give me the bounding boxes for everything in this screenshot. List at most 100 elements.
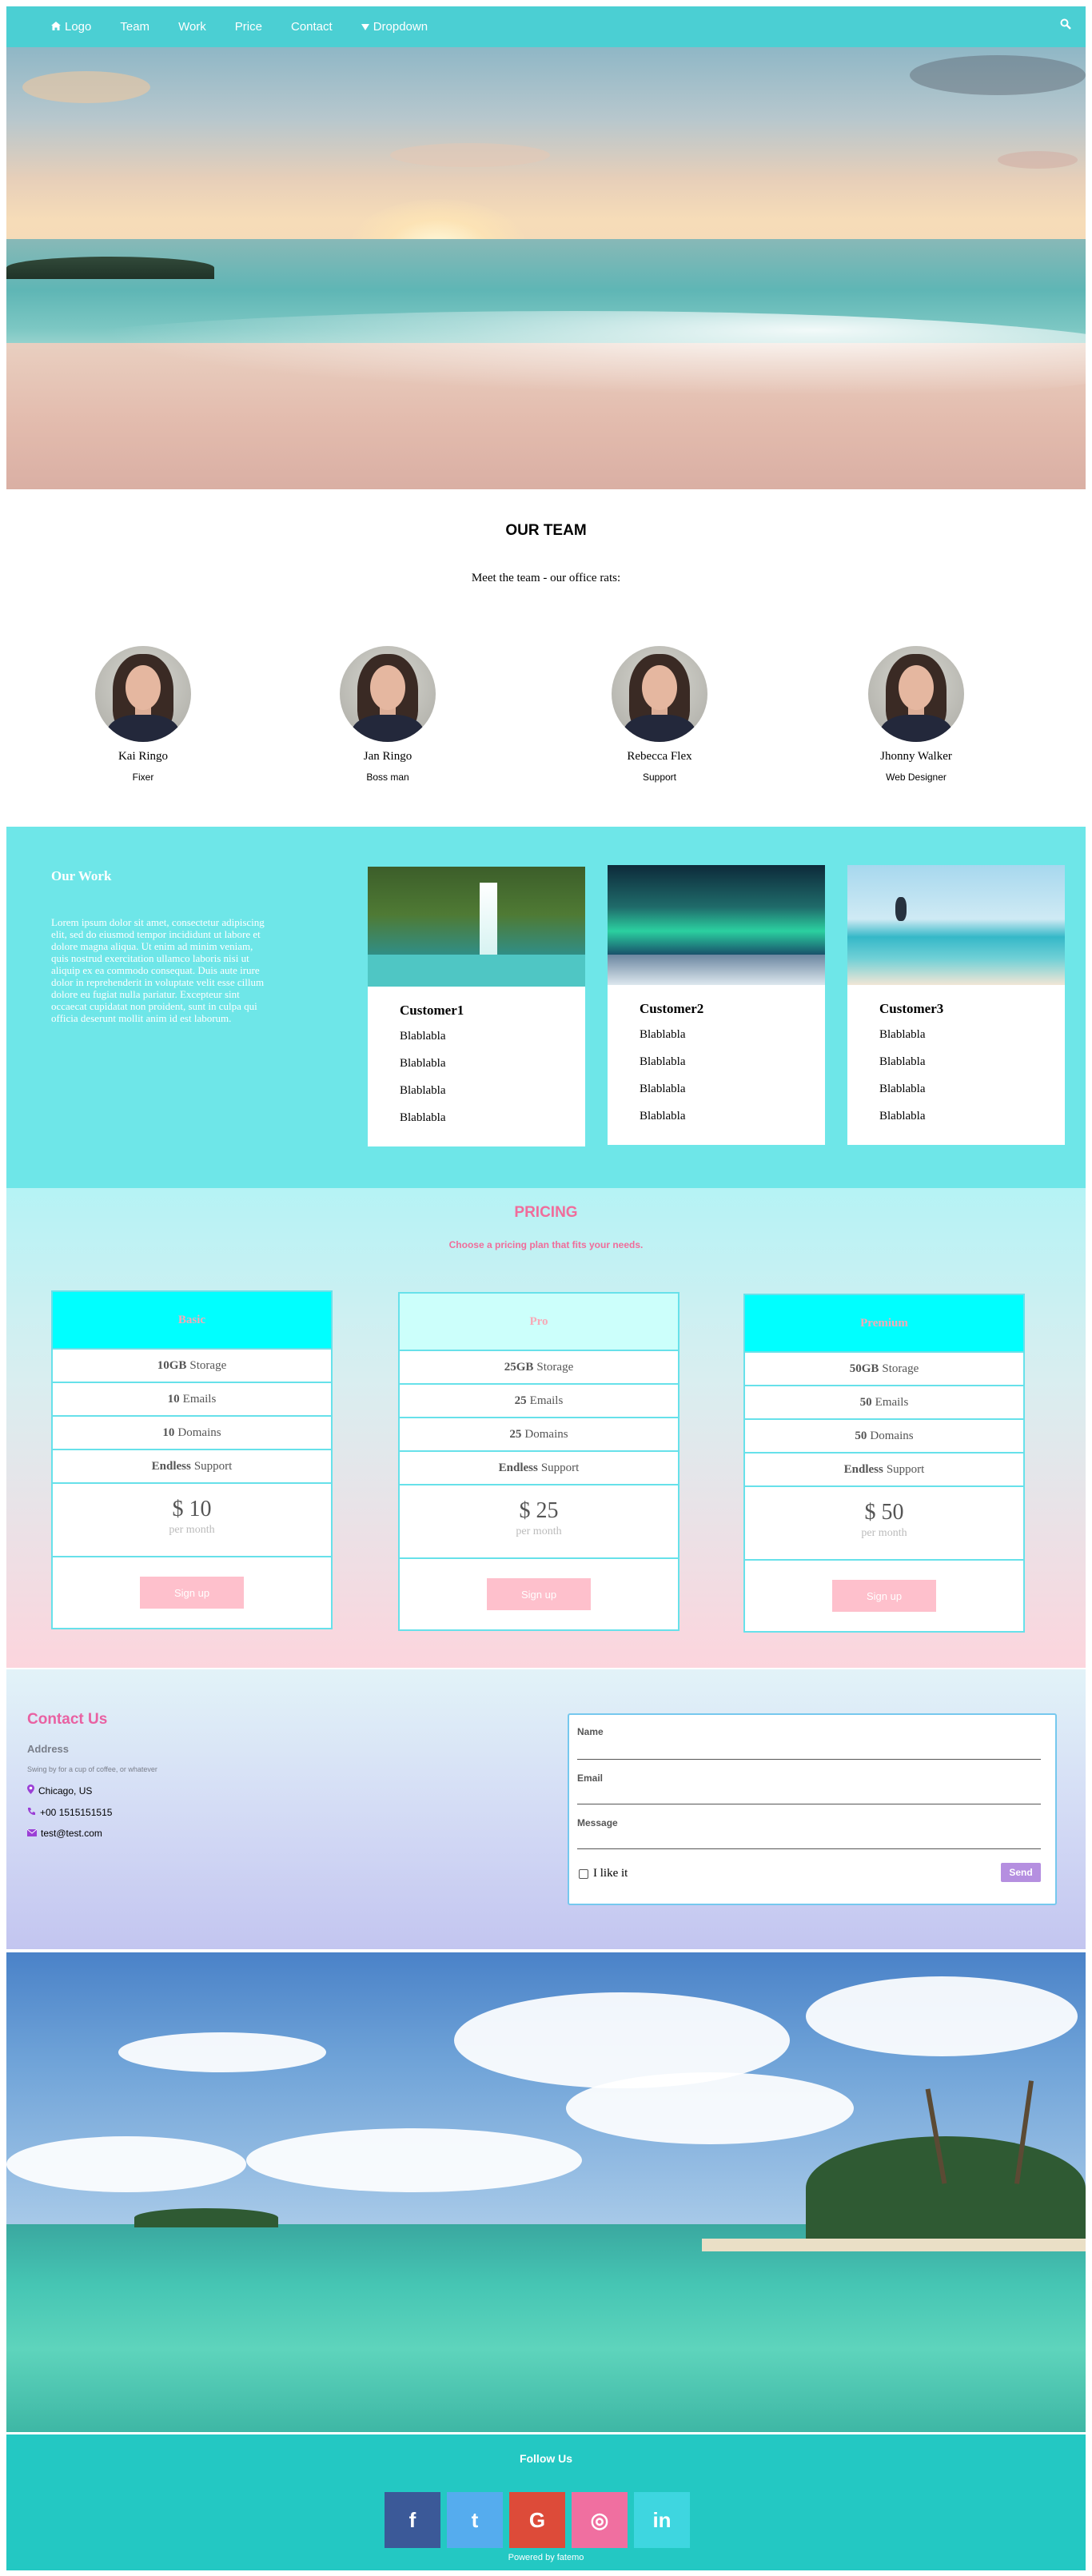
address-note: Swing by for a cup of coffee, or whateve… bbox=[27, 1765, 157, 1773]
facebook-icon[interactable]: f bbox=[385, 2492, 440, 2548]
member-name: Jhonny Walker bbox=[880, 750, 952, 763]
card-line: Blablabla bbox=[640, 1083, 686, 1095]
nav-dropdown-label: Dropdown bbox=[373, 20, 428, 34]
customer-card[interactable]: Customer2 Blablabla Blablabla Blablabla … bbox=[608, 865, 825, 1145]
card-line: Blablabla bbox=[400, 1030, 446, 1043]
checkbox-label: I like it bbox=[593, 1867, 628, 1880]
pricing-section: PRICING Choose a pricing plan that fits … bbox=[6, 1188, 1086, 1668]
plan-storage: 50GB Storage bbox=[745, 1351, 1023, 1385]
work-title: Our Work bbox=[51, 868, 112, 883]
card-line: Blablabla bbox=[400, 1057, 446, 1070]
plan-domains: 50 Domains bbox=[745, 1418, 1023, 1452]
linkedin-icon[interactable]: in bbox=[634, 2492, 690, 2548]
nav-work-link[interactable]: Work bbox=[178, 20, 206, 34]
signup-button[interactable]: Sign up bbox=[140, 1577, 244, 1609]
google-icon[interactable]: G bbox=[509, 2492, 565, 2548]
pricing-title: PRICING bbox=[514, 1204, 578, 1221]
map-marker-icon bbox=[27, 1784, 34, 1796]
waterfall-image bbox=[368, 867, 585, 987]
beach-swing-image bbox=[847, 865, 1065, 985]
card-line: Blablabla bbox=[879, 1028, 926, 1041]
name-field[interactable] bbox=[577, 1741, 1041, 1760]
plan-name: Basic bbox=[53, 1292, 331, 1348]
nav-contact-link[interactable]: Contact bbox=[291, 20, 333, 34]
member-role: Boss man bbox=[366, 772, 409, 783]
customer-card[interactable]: Customer1 Blablabla Blablabla Blablabla … bbox=[368, 867, 585, 1146]
team-member: Rebecca Flex Support bbox=[588, 646, 731, 783]
email-label: Email bbox=[577, 1772, 604, 1784]
top-navbar: Logo Team Work Price Contact Dropdown bbox=[6, 6, 1086, 47]
contact-phone: +00 1515151515 bbox=[27, 1807, 112, 1818]
instagram-icon[interactable]: ◎ bbox=[572, 2492, 628, 2548]
contact-city: Chicago, US bbox=[27, 1784, 92, 1796]
member-role: Fixer bbox=[132, 772, 154, 783]
customer-card[interactable]: Customer3 Blablabla Blablabla Blablabla … bbox=[847, 865, 1065, 1145]
member-name: Kai Ringo bbox=[118, 750, 169, 763]
nav-price-link[interactable]: Price bbox=[235, 20, 262, 34]
message-label: Message bbox=[577, 1817, 618, 1828]
team-subtitle: Meet the team - our office rats: bbox=[471, 572, 621, 584]
card-line: Blablabla bbox=[879, 1110, 926, 1123]
signup-button[interactable]: Sign up bbox=[832, 1580, 936, 1612]
aurora-image bbox=[608, 865, 825, 985]
plan-name: Pro bbox=[400, 1294, 678, 1350]
plan-support: Endless Support bbox=[745, 1452, 1023, 1485]
card-line: Blablabla bbox=[879, 1055, 926, 1068]
follow-title: Follow Us bbox=[519, 2452, 573, 2465]
search-icon[interactable] bbox=[1060, 18, 1071, 34]
social-links: f t G ◎ in bbox=[385, 2492, 690, 2548]
footer: Follow Us f t G ◎ in Powered by fatemo bbox=[6, 2434, 1086, 2570]
team-member: Jan Ringo Boss man bbox=[316, 646, 460, 783]
checkbox[interactable] bbox=[579, 1868, 588, 1879]
avatar bbox=[868, 646, 964, 742]
member-role: Web Designer bbox=[886, 772, 947, 783]
powered-by: Powered by fatemo bbox=[508, 2553, 584, 2562]
signup-button[interactable]: Sign up bbox=[487, 1578, 591, 1610]
envelope-icon bbox=[26, 1828, 38, 1839]
plan-support: Endless Support bbox=[400, 1450, 678, 1484]
nav-dropdown-toggle[interactable]: Dropdown bbox=[361, 20, 428, 34]
pricing-subtitle: Choose a pricing plan that fits your nee… bbox=[448, 1239, 644, 1250]
avatar bbox=[612, 646, 707, 742]
avatar bbox=[340, 646, 436, 742]
caret-down-icon bbox=[361, 20, 369, 34]
avatar bbox=[95, 646, 191, 742]
contact-section: Contact Us Address Swing by for a cup of… bbox=[6, 1669, 1086, 1949]
message-field[interactable] bbox=[577, 1830, 1041, 1849]
contact-title: Contact Us bbox=[27, 1711, 108, 1728]
card-line: Blablabla bbox=[879, 1083, 926, 1095]
plan-emails: 10 Emails bbox=[53, 1382, 331, 1415]
team-title: OUR TEAM bbox=[505, 522, 587, 539]
lagoon-image bbox=[6, 1952, 1086, 2432]
nav-team-link[interactable]: Team bbox=[120, 20, 149, 34]
member-role: Support bbox=[642, 772, 677, 783]
card-line: Blablabla bbox=[640, 1055, 686, 1068]
send-button[interactable]: Send bbox=[1001, 1863, 1041, 1882]
team-member: Kai Ringo Fixer bbox=[71, 646, 215, 783]
card-line: Blablabla bbox=[400, 1111, 446, 1124]
plan-card-premium: Premium 50GB Storage 50 Emails 50 Domains E… bbox=[743, 1294, 1025, 1633]
plan-emails: 50 Emails bbox=[745, 1385, 1023, 1418]
card-title: Customer1 bbox=[400, 1003, 464, 1018]
plan-price: $ 10 per month bbox=[53, 1482, 331, 1556]
plan-price: $ 25 per month bbox=[400, 1484, 678, 1557]
contact-email: test@test.com bbox=[26, 1828, 102, 1839]
plan-name: Premium bbox=[745, 1295, 1023, 1351]
hero-beach-image bbox=[6, 47, 1086, 489]
email-field[interactable] bbox=[577, 1785, 1041, 1804]
work-section: Our Work Lorem ipsum dolor sit amet, con… bbox=[6, 827, 1086, 1188]
name-label: Name bbox=[577, 1726, 604, 1737]
plan-card-basic: Basic 10GB Storage 10 Emails 10 Domains End… bbox=[51, 1290, 333, 1629]
card-line: Blablabla bbox=[400, 1084, 446, 1097]
nav-logo-link[interactable]: Logo bbox=[51, 20, 91, 34]
card-line: Blablabla bbox=[640, 1028, 686, 1041]
nav-logo-label: Logo bbox=[65, 20, 92, 34]
like-checkbox[interactable]: I like it bbox=[579, 1867, 628, 1880]
twitter-icon[interactable]: t bbox=[447, 2492, 503, 2548]
plan-card-pro: Pro 25GB Storage 25 Emails 25 Domains Endle… bbox=[398, 1292, 680, 1631]
card-title: Customer3 bbox=[879, 1001, 944, 1016]
plan-storage: 10GB Storage bbox=[53, 1348, 331, 1382]
phone-icon bbox=[27, 1807, 36, 1818]
member-name: Rebecca Flex bbox=[627, 750, 692, 763]
member-name: Jan Ringo bbox=[363, 750, 412, 763]
